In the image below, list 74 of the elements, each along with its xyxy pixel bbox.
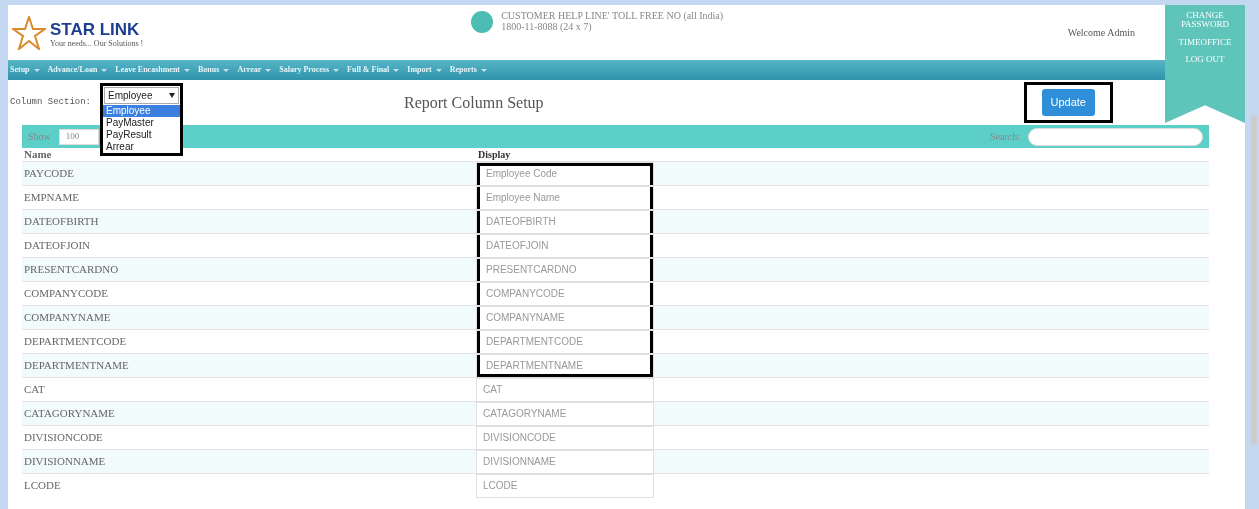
display-name-field[interactable]: COMPANYCODE: [476, 281, 654, 306]
show-label: Show: [28, 130, 51, 144]
display-name-field[interactable]: Employee Code: [476, 161, 654, 186]
search-label: Search:: [990, 130, 1020, 144]
display-name-field[interactable]: DIVISIONNAME: [476, 449, 654, 474]
caret-icon: [101, 68, 108, 72]
display-name-field[interactable]: PRESENTCARDNO: [476, 257, 654, 282]
page-size-field[interactable]: 100: [58, 128, 99, 145]
nav-menu-item[interactable]: Salary Process: [279, 64, 340, 76]
display-name-field[interactable]: DEPARTMENTNAME: [476, 353, 654, 378]
caret-icon: [184, 68, 191, 72]
dropdown-option[interactable]: PayMaster: [103, 117, 180, 129]
star-logo-icon: [12, 15, 46, 50]
dropdown-option[interactable]: Employee: [103, 105, 180, 117]
scrollbar[interactable]: [1251, 115, 1257, 445]
nav-menu-item[interactable]: Advance/Loan: [47, 64, 108, 76]
account-link[interactable]: CHANGE PASSWORD: [1165, 11, 1245, 30]
table-cell-text: DEPARTMENTCODE: [23, 334, 128, 350]
caret-icon: [480, 68, 487, 72]
caret-icon: [223, 68, 230, 72]
column-header: Display: [477, 148, 511, 161]
nav-menu-item[interactable]: Reports: [449, 64, 487, 76]
table-cell-text: COMPANYNAME: [23, 310, 112, 326]
caret-icon: [265, 68, 272, 72]
table-cell-text: EMPNAME: [23, 190, 80, 206]
table-cell-text: CAT: [23, 382, 46, 398]
brand-name: STAR LINK: [50, 20, 141, 38]
dropdown-option[interactable]: PayResult: [103, 129, 180, 141]
account-link[interactable]: LOG OUT: [1165, 55, 1245, 65]
section-dropdown[interactable]: Employee Employee PayMaster PayResult Arrear: [100, 83, 183, 156]
display-name-field[interactable]: CATAGORYNAME: [476, 401, 654, 426]
table-cell-text: DIVISIONNAME: [23, 454, 107, 470]
caret-icon: [169, 93, 175, 98]
display-name-field[interactable]: DIVISIONCODE: [476, 425, 654, 450]
display-name-field[interactable]: Employee Name: [476, 185, 654, 210]
nav-menu-item[interactable]: Setup: [10, 64, 40, 76]
table-cell-text: PAYCODE: [23, 166, 75, 182]
nav-menu-item[interactable]: Import: [407, 64, 442, 76]
table-cell-text: DEPARTMENTNAME: [23, 358, 130, 374]
section-label: Column Section:: [10, 95, 91, 109]
section-select[interactable]: Employee: [104, 87, 179, 104]
nav-menu-item[interactable]: Full & Final: [347, 64, 400, 76]
nav-menu-item[interactable]: Leave Encashment: [115, 64, 191, 76]
caret-icon: [33, 68, 40, 72]
display-name-field[interactable]: CAT: [476, 377, 654, 402]
table-cell-text: DATEOFJOIN: [23, 238, 91, 254]
table-cell-text: LCODE: [23, 478, 62, 494]
display-name-field[interactable]: LCODE: [476, 473, 654, 498]
table-cell-text: CATAGORYNAME: [23, 406, 116, 422]
helpline-number: 1800-11-8088 (24 x 7): [501, 21, 593, 32]
page-title: Report Column Setup: [404, 92, 544, 114]
select-value: Employee: [108, 89, 153, 103]
caret-icon: [393, 68, 400, 72]
column-header: Name: [23, 148, 53, 161]
caret-icon: [333, 68, 340, 72]
nav-menu-item[interactable]: Bonus: [198, 64, 230, 76]
nav-menu-item[interactable]: Arrear: [237, 64, 272, 76]
table-cell-text: COMPANYCODE: [23, 286, 109, 302]
display-name-field[interactable]: DEPARTMENTCODE: [476, 329, 654, 354]
phone-icon: [471, 11, 494, 33]
account-link[interactable]: TIMEOFFICE: [1165, 37, 1245, 48]
search-field[interactable]: [1028, 127, 1203, 146]
update-button[interactable]: Update: [1041, 89, 1095, 116]
display-name-field[interactable]: COMPANYNAME: [476, 305, 654, 330]
welcome-text: Welcome Admin: [1067, 26, 1135, 40]
display-name-field[interactable]: DATEOFBIRTH: [476, 209, 654, 234]
table-cell-text: DATEOFBIRTH: [23, 214, 100, 230]
table-cell-text: PRESENTCARDNO: [23, 262, 120, 278]
dropdown-option[interactable]: Arrear: [103, 141, 180, 153]
caret-icon: [435, 68, 442, 72]
table-cell-text: DIVISIONCODE: [23, 430, 104, 446]
helpline-label: CUSTOMER HELP LINE' TOLL FREE NO (all India): [501, 11, 724, 22]
display-name-field[interactable]: DATEOFJOIN: [476, 233, 654, 258]
brand-tagline: Your needs... Our Solutions !: [50, 37, 144, 50]
